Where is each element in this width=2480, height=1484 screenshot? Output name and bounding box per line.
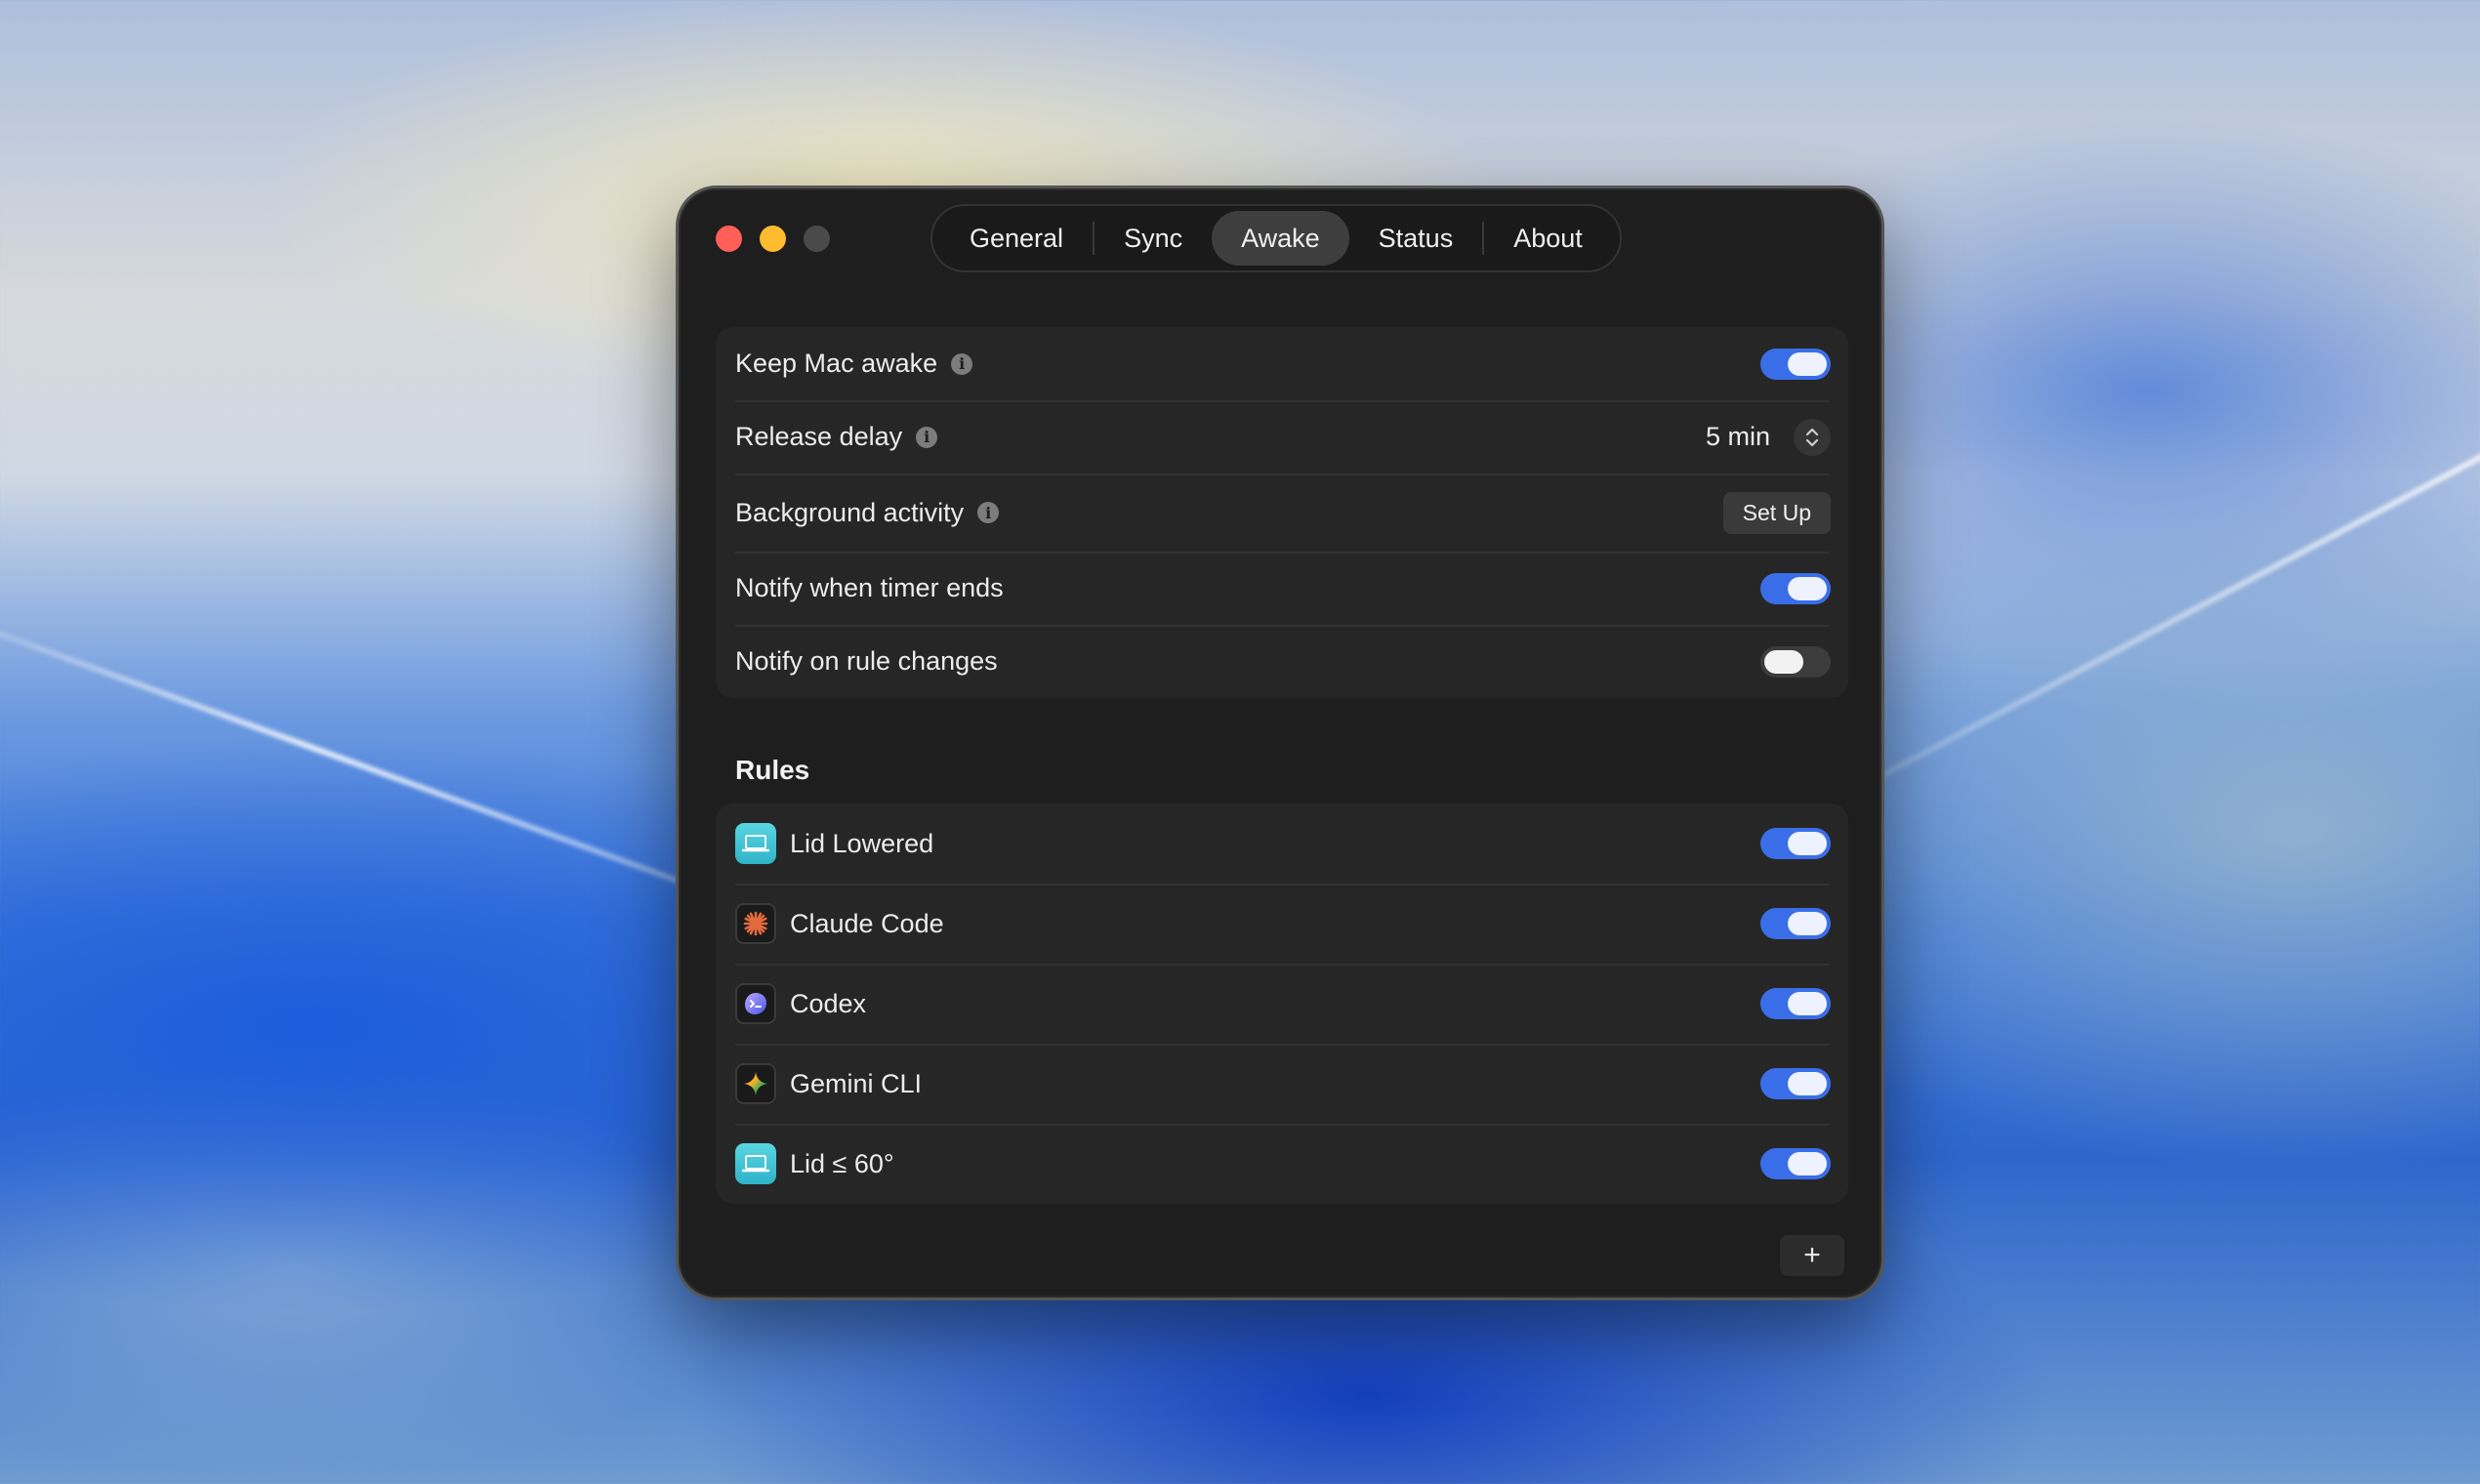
keep-awake-toggle[interactable]	[1760, 348, 1831, 380]
rule-label: Lid Lowered	[790, 828, 934, 858]
tab-bar: General Sync Awake Status About	[930, 204, 1622, 272]
rule-label: Claude Code	[790, 908, 944, 938]
add-rule-button[interactable]: +	[1780, 1235, 1844, 1276]
info-icon[interactable]: i	[951, 352, 973, 375]
rule-toggle[interactable]	[1760, 1148, 1831, 1179]
setting-row-notify-timer: Notify when timer ends	[716, 552, 1848, 625]
setting-label: Background activity	[735, 497, 965, 527]
rule-row-codex[interactable]: Codex	[716, 964, 1848, 1044]
tab-sync[interactable]: Sync	[1095, 211, 1212, 266]
rule-row-lid-angle[interactable]: Lid ≤ 60°	[716, 1124, 1848, 1204]
setting-label: Keep Mac awake	[735, 349, 938, 378]
rule-label: Codex	[790, 988, 867, 1018]
wallpaper-streak	[1882, 450, 2480, 777]
rule-label: Lid ≤ 60°	[790, 1148, 894, 1178]
rule-toggle[interactable]	[1760, 828, 1831, 859]
traffic-lights	[716, 226, 830, 252]
setting-row-release-delay: Release delay i 5 min	[716, 400, 1848, 474]
info-icon[interactable]: i	[977, 502, 1000, 523]
tab-about[interactable]: About	[1484, 211, 1612, 266]
settings-window: General Sync Awake Status About Keep Mac…	[676, 186, 1884, 1300]
set-up-button[interactable]: Set Up	[1722, 491, 1831, 534]
rule-toggle[interactable]	[1760, 988, 1831, 1019]
rules-group: Lid Lowered Claude Code Codex Gemini CLI…	[716, 804, 1848, 1204]
laptop-icon	[735, 1143, 776, 1184]
notify-timer-toggle[interactable]	[1760, 572, 1831, 604]
tab-general[interactable]: General	[940, 211, 1093, 266]
codex-icon	[735, 983, 776, 1024]
setting-row-keep-awake: Keep Mac awake i	[716, 327, 1848, 400]
setting-row-notify-rules: Notify on rule changes	[716, 625, 1848, 698]
zoom-button[interactable]	[804, 226, 830, 252]
notify-rules-toggle[interactable]	[1760, 645, 1831, 678]
rule-row-claude-code[interactable]: Claude Code	[716, 884, 1848, 964]
setting-row-background-activity: Background activity i Set Up	[716, 474, 1848, 552]
gemini-icon	[735, 1063, 776, 1104]
rules-section-title: Rules	[735, 755, 810, 785]
info-icon[interactable]: i	[916, 426, 938, 448]
tab-awake[interactable]: Awake	[1212, 211, 1349, 266]
setting-label: Notify on rule changes	[735, 646, 998, 676]
release-delay-value: 5 min	[1705, 422, 1770, 451]
rule-toggle[interactable]	[1760, 1068, 1831, 1099]
chevron-up-down-icon[interactable]	[1794, 418, 1831, 456]
setting-label: Release delay	[735, 422, 903, 451]
rule-row-lid-lowered[interactable]: Lid Lowered	[716, 804, 1848, 884]
rule-label: Gemini CLI	[790, 1068, 923, 1098]
laptop-icon	[735, 823, 776, 864]
close-button[interactable]	[716, 226, 742, 252]
rule-toggle[interactable]	[1760, 908, 1831, 939]
rule-row-gemini-cli[interactable]: Gemini CLI	[716, 1044, 1848, 1124]
minimize-button[interactable]	[760, 226, 786, 252]
setting-label: Notify when timer ends	[735, 573, 1004, 602]
settings-group: Keep Mac awake i Release delay i 5 min B…	[716, 327, 1848, 698]
claude-icon	[735, 903, 776, 944]
tab-status[interactable]: Status	[1349, 211, 1483, 266]
wallpaper-streak	[0, 596, 729, 902]
